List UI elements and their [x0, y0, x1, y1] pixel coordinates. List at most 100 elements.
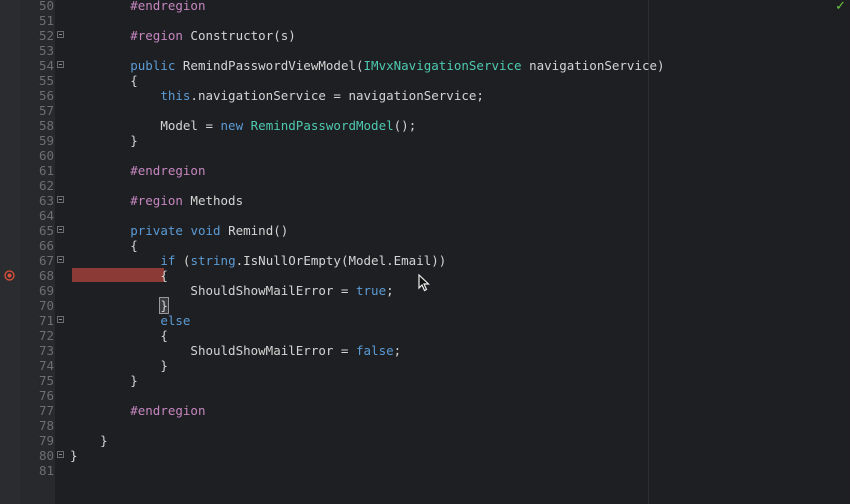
code-token: RemindPasswordViewModel(: [175, 57, 364, 73]
code-line[interactable]: 56 this.navigationService = navigationSe…: [0, 88, 850, 103]
code-line[interactable]: 53: [0, 43, 850, 58]
code-token: }: [160, 357, 168, 373]
line-number: 67: [38, 252, 54, 268]
code-line[interactable]: 65 private void Remind(): [0, 223, 850, 238]
code-text: #endregion: [70, 163, 205, 178]
code-token: ;: [393, 342, 402, 358]
code-line[interactable]: 70 }: [0, 296, 850, 314]
code-token: (: [175, 252, 191, 268]
code-line[interactable]: 50 #endregion: [0, 0, 850, 13]
code-text: ShouldShowMailError = true;: [70, 282, 394, 298]
code-token: ;: [386, 282, 394, 298]
fold-toggle-icon[interactable]: [57, 195, 64, 203]
line-number: 60: [38, 147, 54, 163]
code-text: {: [70, 73, 138, 88]
code-token: private: [130, 222, 183, 238]
code-token: ();: [393, 117, 417, 133]
code-text: {: [70, 328, 168, 343]
code-token: }: [100, 432, 108, 448]
code-text: }: [70, 296, 169, 314]
code-token: ShouldShowMailError =: [190, 342, 356, 358]
code-line[interactable]: 51: [0, 13, 850, 28]
code-line[interactable]: 78: [0, 418, 850, 433]
code-text: #endregion: [70, 0, 205, 13]
code-token: }: [130, 132, 138, 148]
code-line[interactable]: 80}: [0, 448, 850, 463]
line-number: 61: [38, 162, 54, 178]
fold-toggle-icon[interactable]: [57, 225, 64, 233]
line-number: 66: [38, 237, 54, 253]
code-token: {: [130, 237, 138, 253]
code-token: IMvxNavigationService: [363, 57, 522, 73]
code-line[interactable]: 74 }: [0, 358, 850, 373]
code-line[interactable]: 72 {: [0, 328, 850, 343]
breakpoint-icon[interactable]: [4, 269, 15, 281]
code-line[interactable]: 58 Model = new RemindPasswordModel();: [0, 118, 850, 133]
line-number: 72: [38, 327, 54, 343]
line-number: 74: [38, 357, 54, 373]
fold-toggle-icon[interactable]: [57, 30, 64, 38]
line-number: 75: [38, 372, 54, 388]
line-number: 68: [38, 267, 54, 283]
fold-toggle-icon[interactable]: [57, 315, 64, 323]
code-token: new: [220, 117, 244, 133]
code-text: private void Remind(): [70, 223, 288, 238]
code-line[interactable]: 64: [0, 208, 850, 223]
code-text: }: [70, 133, 138, 148]
code-line[interactable]: 71 else: [0, 313, 850, 328]
code-line[interactable]: 77 #endregion: [0, 403, 850, 418]
code-text: {: [70, 268, 168, 283]
code-line[interactable]: 76: [0, 388, 850, 403]
code-token: false: [356, 342, 394, 358]
code-line[interactable]: 52 #region Constructor(s): [0, 28, 850, 43]
code-line[interactable]: 81: [0, 463, 850, 478]
code-text: public RemindPasswordViewModel(IMvxNavig…: [70, 57, 665, 73]
code-line[interactable]: 61 #endregion: [0, 163, 850, 178]
code-line[interactable]: 59 }: [0, 133, 850, 148]
code-token: #region: [130, 27, 183, 43]
code-line[interactable]: 66 {: [0, 238, 850, 253]
code-line[interactable]: 55 {: [0, 73, 850, 88]
code-editor[interactable]: 50 #endregion 51 52 #region Constructor(s)…: [0, 0, 850, 504]
code-token: }: [130, 372, 138, 388]
code-token: string: [190, 252, 236, 268]
code-text: {: [70, 238, 138, 253]
line-number: 79: [38, 432, 54, 448]
code-text: else: [70, 313, 190, 328]
mouse-pointer-icon: [418, 274, 430, 292]
line-number: 81: [38, 462, 54, 478]
fold-toggle-icon[interactable]: [57, 60, 64, 68]
code-line[interactable]: 60: [0, 148, 850, 163]
line-number: 76: [38, 387, 54, 403]
line-number: 57: [38, 102, 54, 118]
code-line[interactable]: 67 if (string.IsNullOrEmpty(Model.Email)…: [0, 253, 850, 268]
code-text: }: [70, 448, 78, 463]
code-line[interactable]: 63 #region Methods: [0, 193, 850, 208]
code-line[interactable]: 73 ShouldShowMailError = false;: [0, 343, 850, 358]
line-number: 55: [38, 72, 54, 88]
code-line[interactable]: 57: [0, 103, 850, 118]
code-token: Model =: [160, 117, 221, 133]
code-token: ShouldShowMailError =: [190, 282, 356, 298]
line-number: 53: [38, 42, 54, 58]
code-token: this: [160, 87, 191, 103]
code-line[interactable]: 75 }: [0, 373, 850, 388]
code-line[interactable]: 79 }: [0, 433, 850, 448]
code-token: Constructor(s): [182, 27, 296, 43]
code-token: navigationService): [521, 57, 665, 73]
line-number: 50: [38, 0, 54, 13]
code-token: Remind(): [220, 222, 289, 238]
fold-toggle-icon[interactable]: [57, 255, 64, 263]
line-number: 51: [38, 12, 54, 28]
line-number: 62: [38, 177, 54, 193]
line-number: 78: [38, 417, 54, 433]
code-line[interactable]: 54 public RemindPasswordViewModel(IMvxNa…: [0, 58, 850, 73]
line-number: 63: [38, 192, 54, 208]
code-token: .IsNullOrEmpty(Model.Email)): [235, 252, 447, 268]
code-line[interactable]: 62: [0, 178, 850, 193]
fold-toggle-icon[interactable]: [57, 450, 64, 458]
code-text: #region Methods: [70, 193, 243, 208]
code-token: #endregion: [130, 402, 206, 418]
code-text: Model = new RemindPasswordModel();: [70, 118, 416, 133]
